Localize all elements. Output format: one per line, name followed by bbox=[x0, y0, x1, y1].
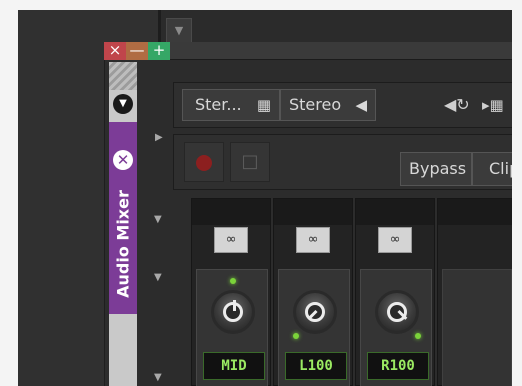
pan-knob[interactable] bbox=[375, 290, 419, 334]
pin-icon[interactable]: ▼ bbox=[166, 18, 192, 44]
window-minimize-button[interactable]: — bbox=[126, 42, 148, 60]
window-title-bar[interactable] bbox=[170, 42, 512, 60]
panel-title: Audio Mixer bbox=[113, 190, 133, 298]
link-icon[interactable]: ∞ bbox=[214, 227, 248, 253]
channel-label: L100 bbox=[285, 352, 347, 380]
film-icon: ▦ bbox=[256, 96, 271, 114]
channel-panel: MID bbox=[196, 269, 268, 386]
channel-header bbox=[356, 199, 434, 225]
link-icon[interactable]: ∞ bbox=[296, 227, 330, 253]
channel-strip: ∞ MID bbox=[191, 198, 271, 386]
channel-panel bbox=[442, 269, 512, 386]
channel-strip: ∞ R100 bbox=[355, 198, 435, 386]
channel-header bbox=[438, 199, 512, 225]
film-strip-icon[interactable]: ▸▦ bbox=[482, 91, 512, 119]
channel-label: R100 bbox=[367, 352, 429, 380]
output-label: Stereo bbox=[289, 95, 342, 114]
collapse-icon[interactable]: ▼ bbox=[113, 94, 133, 114]
close-panel-icon[interactable]: ✕ bbox=[113, 150, 133, 170]
bypass-button[interactable]: Bypass bbox=[400, 152, 472, 186]
record-toolbar: □ Bypass Clip bbox=[173, 134, 512, 190]
knob-indicator bbox=[233, 300, 236, 311]
record-button[interactable] bbox=[184, 142, 224, 182]
channel-label: MID bbox=[203, 352, 265, 380]
preset-label: Ster... bbox=[195, 95, 242, 114]
app-screen: ▼ × — + ▼ ✕ Audio Mixer ▶ ▼ ▼ ▼ Ster... … bbox=[18, 10, 512, 386]
link-icon[interactable]: ∞ bbox=[378, 227, 412, 253]
window-close-button[interactable]: × bbox=[104, 42, 126, 60]
pan-knob[interactable] bbox=[211, 290, 255, 334]
record-icon bbox=[196, 155, 212, 171]
audio-mixer-window: ▼ ✕ Audio Mixer ▶ ▼ ▼ ▼ Ster... ▦ Stereo… bbox=[104, 60, 512, 386]
output-button[interactable]: Stereo ◀ bbox=[280, 89, 376, 121]
output-toolbar: Ster... ▦ Stereo ◀ ◀↻ ▸▦ bbox=[173, 82, 512, 128]
channel-led bbox=[415, 333, 421, 339]
clip-button[interactable]: Clip bbox=[472, 152, 512, 186]
preset-button[interactable]: Ster... ▦ bbox=[182, 89, 280, 121]
channel-panel: R100 bbox=[360, 269, 432, 386]
channel-strip: ∞ L100 bbox=[273, 198, 353, 386]
empty-channel-strip bbox=[437, 198, 512, 386]
window-maximize-button[interactable]: + bbox=[148, 42, 170, 60]
channel-header bbox=[274, 199, 352, 225]
channel-header bbox=[192, 199, 270, 225]
background-toolbar bbox=[161, 10, 512, 44]
channel-led bbox=[230, 278, 236, 284]
channel-panel: L100 bbox=[278, 269, 350, 386]
triangle-down-icon[interactable]: ▼ bbox=[154, 372, 162, 383]
drag-handle[interactable] bbox=[109, 62, 137, 90]
speaker-icon: ◀ bbox=[355, 96, 367, 114]
sync-icon[interactable]: ◀↻ bbox=[444, 91, 478, 119]
trash-icon[interactable]: □ bbox=[230, 142, 270, 182]
channel-led bbox=[293, 333, 299, 339]
triangle-right-icon[interactable]: ▶ bbox=[155, 132, 163, 143]
triangle-down-icon[interactable]: ▼ bbox=[154, 272, 162, 283]
side-tab-bottom bbox=[109, 314, 137, 386]
pan-knob[interactable] bbox=[293, 290, 337, 334]
triangle-down-icon[interactable]: ▼ bbox=[154, 214, 162, 225]
